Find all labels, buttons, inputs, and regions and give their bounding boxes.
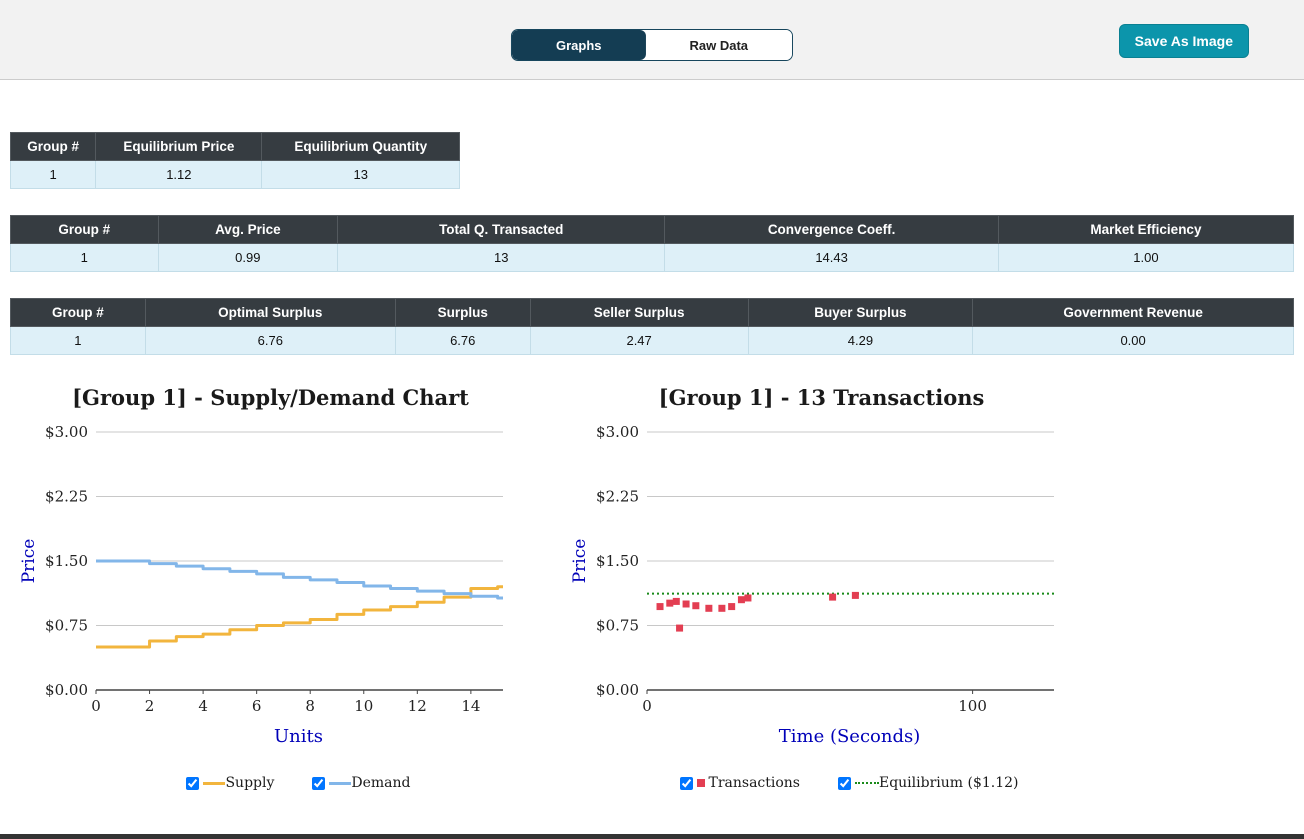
svg-text:0: 0 bbox=[91, 697, 101, 715]
legend-item-supply[interactable]: Supply bbox=[186, 775, 274, 791]
summary-tables: Group # Equilibrium Price Equilibrium Qu… bbox=[9, 132, 1295, 355]
table-header-row: Group # Equilibrium Price Equilibrium Qu… bbox=[9, 132, 460, 161]
column-header: Equilibrium Quantity bbox=[261, 132, 460, 161]
supply-demand-chart: [Group 1] - Supply/Demand Chart $0.00 $0.… bbox=[18, 385, 523, 791]
column-header: Surplus bbox=[394, 298, 531, 327]
column-header: Optimal Surplus bbox=[144, 298, 396, 327]
svg-text:12: 12 bbox=[408, 697, 427, 715]
table-row: 1 6.76 6.76 2.47 4.29 0.00 bbox=[10, 326, 1294, 355]
column-header: Market Efficiency bbox=[997, 215, 1295, 244]
view-tabs: Graphs Raw Data bbox=[510, 29, 794, 61]
column-header: Avg. Price bbox=[157, 215, 339, 244]
table-cell: 1 bbox=[10, 326, 146, 355]
svg-text:$1.50: $1.50 bbox=[45, 552, 88, 570]
svg-text:Price: Price bbox=[19, 539, 39, 584]
table-cell: 1.00 bbox=[997, 243, 1295, 272]
legend-item-demand[interactable]: Demand bbox=[312, 775, 411, 791]
footer-bar bbox=[0, 834, 1304, 839]
table-cell: 0.00 bbox=[972, 326, 1294, 355]
svg-text:14: 14 bbox=[461, 697, 480, 715]
legend-item-transactions[interactable]: Transactions bbox=[680, 775, 800, 791]
surplus-table: Group # Optimal Surplus Surplus Seller S… bbox=[10, 298, 1294, 355]
table-header-row: Group # Avg. Price Total Q. Transacted C… bbox=[10, 215, 1295, 244]
demand-line-swatch bbox=[329, 781, 352, 785]
column-header: Group # bbox=[10, 215, 159, 244]
transactions-checkbox[interactable] bbox=[680, 776, 694, 790]
table-header-row: Group # Optimal Surplus Surplus Seller S… bbox=[10, 298, 1294, 327]
chart-legend: Supply Demand bbox=[18, 775, 523, 791]
svg-text:0: 0 bbox=[642, 697, 652, 715]
table-row: 1 1.12 13 bbox=[9, 160, 460, 189]
svg-text:$0.75: $0.75 bbox=[45, 617, 88, 635]
table-cell: 1.12 bbox=[95, 160, 263, 189]
toolbar: Graphs Raw Data Save As Image bbox=[0, 0, 1304, 80]
column-header: Convergence Coeff. bbox=[664, 215, 999, 244]
chart-title: [Group 1] - Supply/Demand Chart bbox=[72, 385, 469, 410]
equilibrium-line-swatch bbox=[854, 782, 879, 784]
svg-text:$2.25: $2.25 bbox=[45, 488, 88, 506]
table-cell: 13 bbox=[337, 243, 666, 272]
column-header: Group # bbox=[9, 132, 97, 161]
transactions-marker-swatch bbox=[697, 779, 706, 787]
table-cell: 1 bbox=[10, 243, 159, 272]
market-stats-table: Group # Avg. Price Total Q. Transacted C… bbox=[10, 215, 1295, 272]
column-header: Buyer Surplus bbox=[747, 298, 974, 327]
chart-title: [Group 1] - 13 Transactions bbox=[658, 385, 985, 410]
table-cell: 0.99 bbox=[157, 243, 339, 272]
legend-label: Transactions bbox=[708, 775, 800, 791]
equilibrium-checkbox[interactable] bbox=[837, 776, 851, 790]
svg-text:$2.25: $2.25 bbox=[596, 488, 639, 506]
svg-text:$0.75: $0.75 bbox=[596, 617, 639, 635]
svg-text:100: 100 bbox=[958, 697, 987, 715]
column-header: Total Q. Transacted bbox=[337, 215, 666, 244]
supply-checkbox[interactable] bbox=[186, 776, 200, 790]
svg-text:2: 2 bbox=[145, 697, 155, 715]
x-axis-label: Time (Seconds) bbox=[778, 726, 921, 747]
svg-text:10: 10 bbox=[354, 697, 373, 715]
tab-graphs[interactable]: Graphs bbox=[511, 30, 646, 60]
save-as-image-button[interactable]: Save As Image bbox=[1118, 24, 1249, 58]
transactions-chart: [Group 1] - 13 Transactions $0.00 $0.75 $1… bbox=[569, 385, 1074, 791]
svg-text:8: 8 bbox=[305, 697, 315, 715]
svg-text:4: 4 bbox=[198, 697, 208, 715]
column-header: Government Revenue bbox=[972, 298, 1294, 327]
legend-item-equilibrium[interactable]: Equilibrium ($1.12) bbox=[837, 775, 1019, 791]
x-axis-label: Units bbox=[274, 726, 323, 747]
svg-text:$3.00: $3.00 bbox=[596, 423, 639, 441]
svg-text:$1.50: $1.50 bbox=[596, 552, 639, 570]
legend-label: Demand bbox=[351, 775, 411, 791]
svg-text:$0.00: $0.00 bbox=[596, 681, 639, 699]
svg-text:6: 6 bbox=[252, 697, 262, 715]
charts-row: [Group 1] - Supply/Demand Chart $0.00 $0.… bbox=[18, 385, 1304, 791]
svg-text:Price: Price bbox=[570, 539, 590, 584]
table-row: 1 0.99 13 14.43 1.00 bbox=[10, 243, 1295, 272]
chart-legend: Transactions Equilibrium ($1.12) bbox=[569, 775, 1074, 791]
table-cell: 2.47 bbox=[529, 326, 749, 355]
supply-line-swatch bbox=[203, 781, 226, 785]
table-cell: 6.76 bbox=[144, 326, 396, 355]
equilibrium-table: Group # Equilibrium Price Equilibrium Qu… bbox=[9, 132, 460, 189]
transactions-plot: $0.00 $0.75 $1.50 $2.25 $3.00 0 100 Price bbox=[570, 423, 1054, 715]
legend-label: Supply bbox=[225, 775, 275, 791]
column-header: Equilibrium Price bbox=[95, 132, 263, 161]
table-cell: 1 bbox=[9, 160, 97, 189]
tab-raw-data[interactable]: Raw Data bbox=[645, 30, 793, 60]
svg-text:$0.00: $0.00 bbox=[45, 681, 88, 699]
table-cell: 6.76 bbox=[394, 326, 531, 355]
demand-checkbox[interactable] bbox=[312, 776, 326, 790]
table-cell: 13 bbox=[261, 160, 460, 189]
svg-text:$3.00: $3.00 bbox=[45, 423, 88, 441]
column-header: Group # bbox=[10, 298, 146, 327]
table-cell: 4.29 bbox=[747, 326, 974, 355]
legend-label: Equilibrium ($1.12) bbox=[878, 775, 1019, 791]
table-cell: 14.43 bbox=[664, 243, 999, 272]
column-header: Seller Surplus bbox=[529, 298, 749, 327]
supply-demand-plot: $0.00 $0.75 $1.50 $2.25 $3.00 0 2 4 6 8 10 12 14 Pric… bbox=[19, 423, 503, 715]
